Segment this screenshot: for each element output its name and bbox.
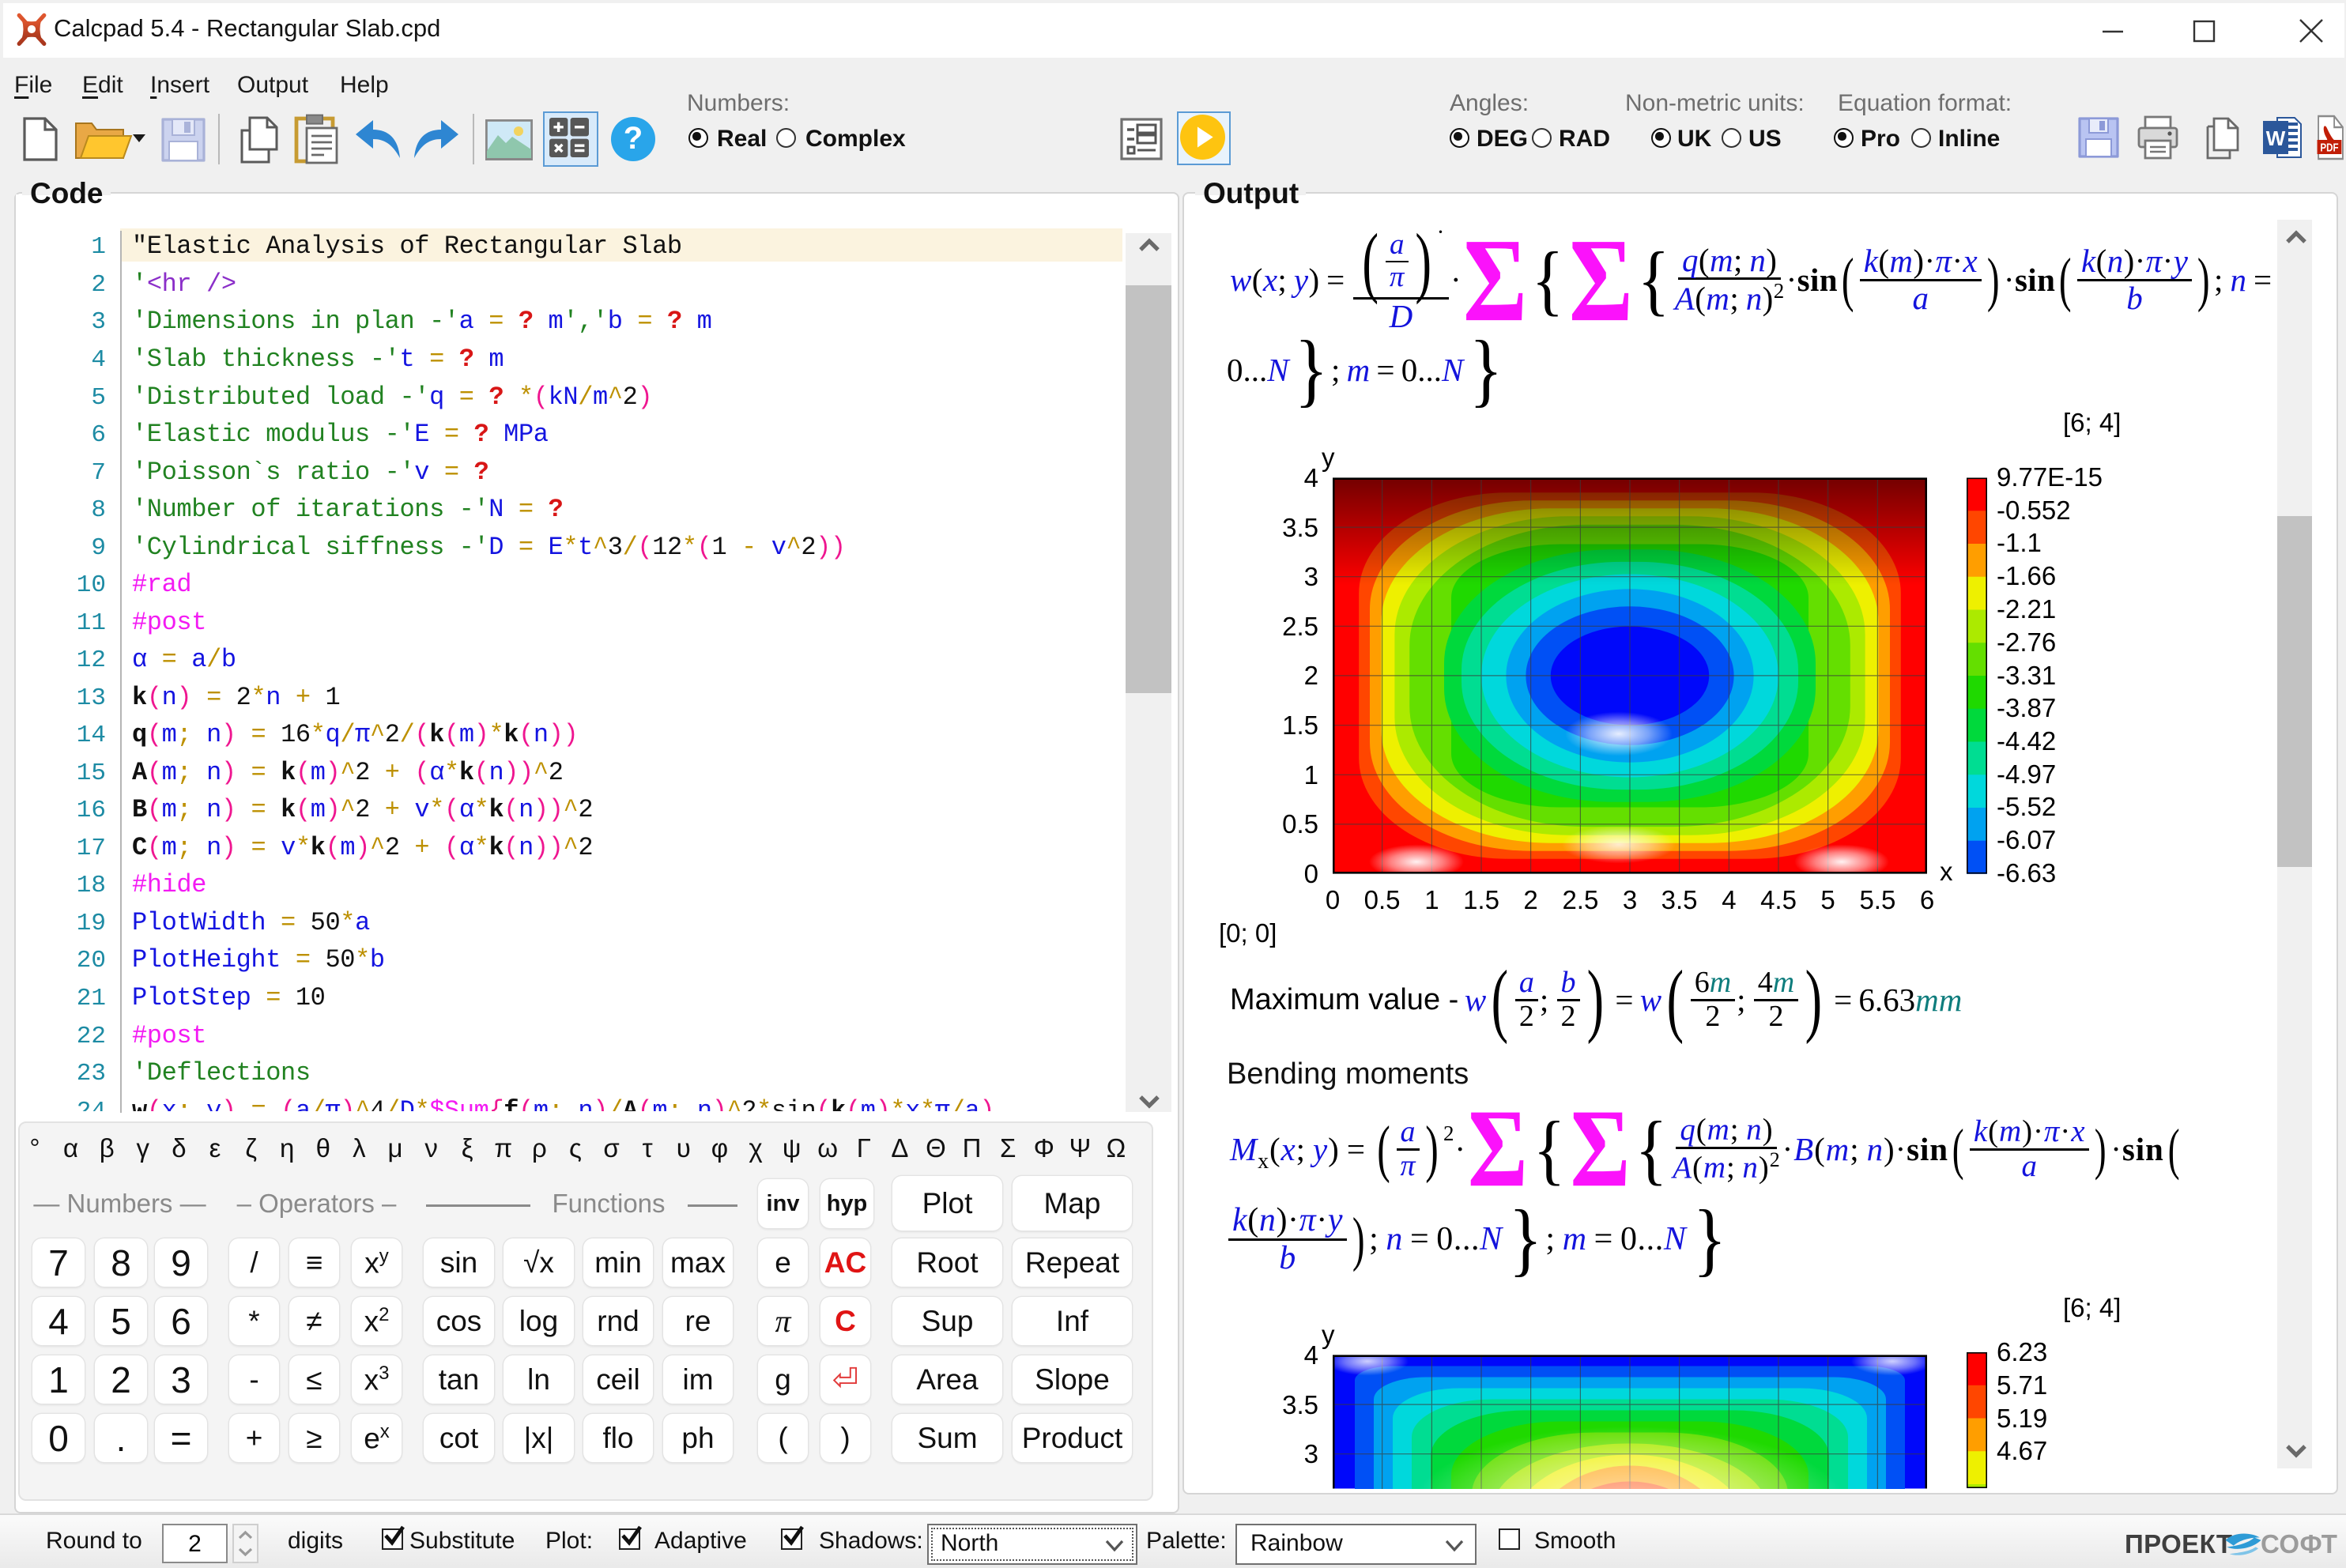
svg-text:W: W	[2266, 126, 2286, 150]
svg-text:PDF: PDF	[2320, 141, 2338, 154]
